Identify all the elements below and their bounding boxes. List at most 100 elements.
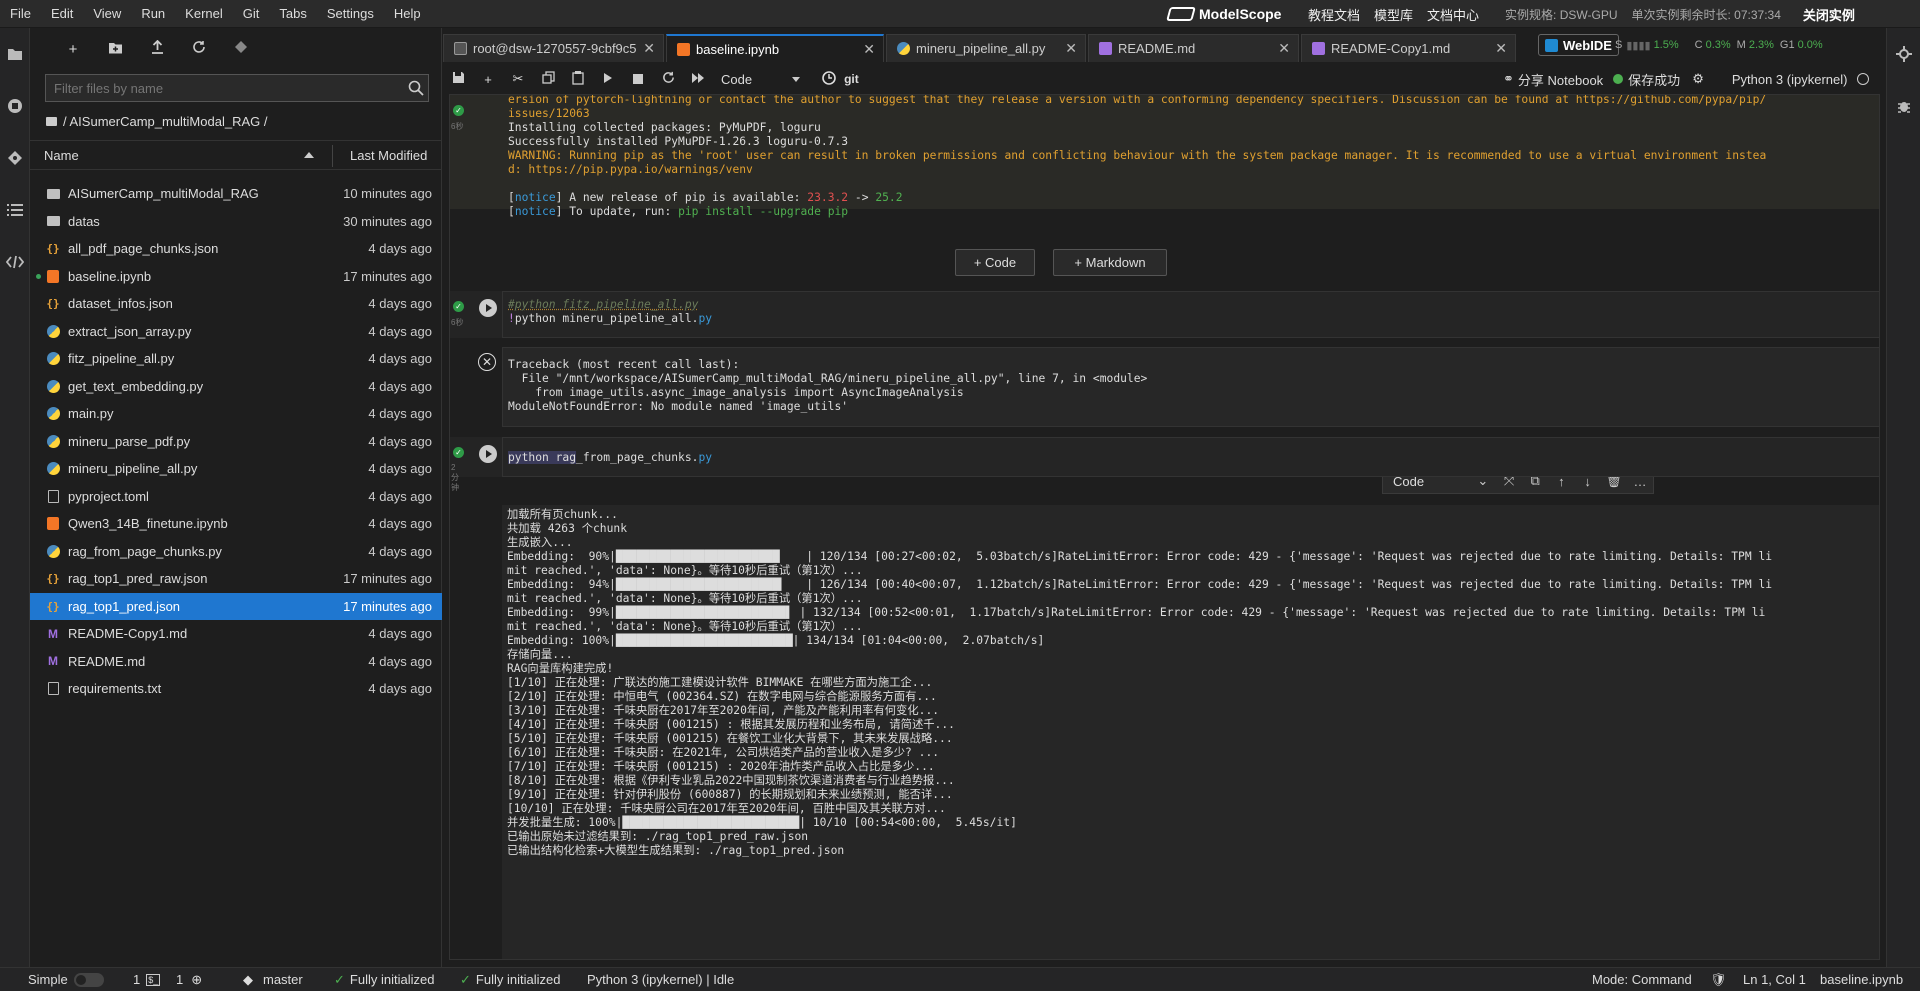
file-row[interactable]: requirements.txt 4 days ago (30, 675, 442, 703)
code-snippets-icon[interactable] (0, 236, 30, 288)
output-line: [3/10] 正在处理: 千味央厨在2017年至2020年间, 产能及产能利用率… (507, 704, 940, 717)
kernel-name-button[interactable]: Python 3 (ipykernel) (1732, 72, 1848, 87)
simple-mode-toggle[interactable]: Simple (28, 972, 104, 987)
file-row[interactable]: main.py 4 days ago (30, 400, 442, 428)
git-icon[interactable] (0, 132, 30, 184)
kernel-count[interactable]: 1 ⊕ (176, 972, 202, 988)
close-tab-icon[interactable]: ✕ (1495, 40, 1507, 57)
breadcrumb-path[interactable]: / AISumerCamp_multiModal_RAG / (63, 114, 267, 129)
menu-help[interactable]: Help (384, 0, 431, 28)
add-markdown-cell-button[interactable]: + Markdown (1053, 249, 1167, 276)
terminal-count[interactable]: 1 $_ (133, 972, 161, 987)
file-row[interactable]: {} rag_top1_pred.json 17 minutes ago (30, 592, 442, 620)
git-branch[interactable]: ◆ master (243, 972, 303, 988)
new-folder-button[interactable] (94, 41, 136, 58)
home-folder-icon[interactable] (46, 117, 57, 126)
file-row[interactable]: M README-Copy1.md 4 days ago (30, 620, 442, 648)
tab-mineru-pipeline[interactable]: mineru_pipeline_all.py ✕ (886, 34, 1086, 62)
paste-icon[interactable] (563, 70, 593, 88)
lsp-status-2[interactable]: ✓ Fully initialized (460, 972, 560, 988)
restart-run-all-icon[interactable] (683, 72, 713, 87)
running-kernels-icon[interactable] (0, 80, 30, 132)
close-tab-icon[interactable]: ✕ (1278, 40, 1290, 57)
notebook-panel[interactable]: ✓ 6秒 ersion of pytorch-lightning or cont… (449, 94, 1880, 960)
menu-tabs[interactable]: Tabs (269, 0, 316, 28)
file-row[interactable]: {} all_pdf_page_chunks.json 4 days ago (30, 235, 442, 263)
copy-icon[interactable] (533, 71, 563, 87)
clock-icon[interactable] (814, 70, 844, 88)
close-tab-icon[interactable]: ✕ (863, 41, 875, 58)
lsp-status-1[interactable]: ✓ Fully initialized (334, 972, 434, 988)
new-launcher-button[interactable]: + (52, 41, 94, 58)
save-icon[interactable] (443, 71, 473, 87)
cell-input-editor[interactable]: python rag_from_page_chunks.py (502, 437, 1879, 477)
link-model-library[interactable]: 模型库 (1374, 5, 1413, 24)
column-last-modified-header[interactable]: Last Modified (350, 148, 427, 163)
debugger-icon[interactable] (1887, 80, 1920, 132)
tab-readme-copy1[interactable]: README-Copy1.md ✕ (1301, 34, 1516, 62)
run-cell-button[interactable] (479, 445, 497, 463)
cut-icon[interactable]: ✂ (503, 71, 533, 87)
close-tab-icon[interactable]: ✕ (1065, 40, 1077, 57)
kernel-status[interactable]: Python 3 (ipykernel) | Idle (587, 972, 734, 987)
refresh-button[interactable] (178, 40, 220, 58)
file-row[interactable]: get_text_embedding.py 4 days ago (30, 373, 442, 401)
tab-terminal[interactable]: root@dsw-1270557-9cbf9c5 ✕ (443, 34, 664, 62)
property-inspector-icon[interactable] (1887, 28, 1920, 80)
file-row[interactable]: {} dataset_infos.json 4 days ago (30, 290, 442, 318)
file-filter-input[interactable] (45, 74, 429, 102)
close-instance-button[interactable]: 关闭实例 (1803, 5, 1855, 24)
file-row[interactable]: {} rag_top1_pred_raw.json 17 minutes ago (30, 565, 442, 593)
link-doc-center[interactable]: 文档中心 (1427, 5, 1479, 24)
file-row[interactable]: datas 30 minutes ago (30, 208, 442, 236)
menu-file[interactable]: File (0, 0, 41, 28)
webide-button[interactable]: WebIDE (1538, 34, 1619, 56)
insert-cell-icon[interactable]: + (473, 72, 503, 87)
breadcrumb[interactable]: / AISumerCamp_multiModal_RAG / (46, 114, 267, 129)
menu-run[interactable]: Run (131, 0, 175, 28)
close-tab-icon[interactable]: ✕ (643, 40, 655, 57)
file-row[interactable]: mineru_parse_pdf.py 4 days ago (30, 428, 442, 456)
file-row[interactable]: baseline.ipynb 17 minutes ago (30, 263, 442, 291)
file-row[interactable]: rag_from_page_chunks.py 4 days ago (30, 538, 442, 566)
code-cell-3[interactable]: ✓ 2分钟 python rag_from_page_chunks.py (450, 437, 1879, 492)
column-name-header[interactable]: Name (44, 148, 79, 163)
upload-button[interactable] (136, 39, 178, 58)
cell-input-editor[interactable]: #python fitz_pipeline_all.py !python min… (502, 291, 1879, 338)
table-of-contents-icon[interactable] (0, 184, 30, 236)
share-notebook-button[interactable]: ⚭ 分享 Notebook (1503, 70, 1603, 89)
file-row[interactable]: fitz_pipeline_all.py 4 days ago (30, 345, 442, 373)
file-browser-icon[interactable] (0, 28, 30, 80)
file-row[interactable]: Qwen3_14B_finetune.ipynb 4 days ago (30, 510, 442, 538)
menu-git[interactable]: Git (233, 0, 270, 28)
menu-view[interactable]: View (83, 0, 131, 28)
file-row[interactable]: pyproject.toml 4 days ago (30, 483, 442, 511)
file-row[interactable]: AISumerCamp_multiModal_RAG 10 minutes ago (30, 180, 442, 208)
cursor-position[interactable]: Ln 1, Col 1 (1743, 972, 1806, 987)
toggle-switch[interactable] (73, 972, 104, 987)
menu-kernel[interactable]: Kernel (175, 0, 233, 28)
settings-gear-icon[interactable]: ⚙ (1692, 71, 1704, 87)
add-code-cell-button[interactable]: + Code (955, 249, 1035, 276)
link-tutorial-docs[interactable]: 教程文档 (1308, 5, 1360, 24)
git-diff-button[interactable]: git (844, 72, 859, 86)
sort-ascending-icon[interactable] (304, 152, 314, 158)
modelscope-logo[interactable]: ModelScope (1166, 0, 1281, 28)
code-cell-2[interactable]: ✓ 6秒 #python fitz_pipeline_all.py !pytho… (450, 291, 1879, 338)
file-row[interactable]: M README.md 4 days ago (30, 648, 442, 676)
restart-kernel-icon[interactable] (653, 71, 683, 87)
menu-edit[interactable]: Edit (41, 0, 83, 28)
column-divider[interactable] (332, 145, 333, 167)
cell-executed-icon: ✓ (453, 301, 464, 312)
git-clone-button[interactable] (220, 40, 262, 58)
tab-readme[interactable]: README.md ✕ (1088, 34, 1299, 62)
cell-type-select[interactable]: Code (721, 72, 801, 87)
interrupt-kernel-icon[interactable] (623, 72, 653, 87)
tab-baseline-notebook[interactable]: baseline.ipynb ✕ (666, 34, 884, 62)
file-row[interactable]: extract_json_array.py 4 days ago (30, 318, 442, 346)
run-cell-icon[interactable] (593, 72, 623, 87)
run-cell-button[interactable] (479, 299, 497, 317)
file-row[interactable]: mineru_pipeline_all.py 4 days ago (30, 455, 442, 483)
menu-settings[interactable]: Settings (317, 0, 384, 28)
notification-bell-icon[interactable]: 🛡 (1710, 972, 1727, 988)
